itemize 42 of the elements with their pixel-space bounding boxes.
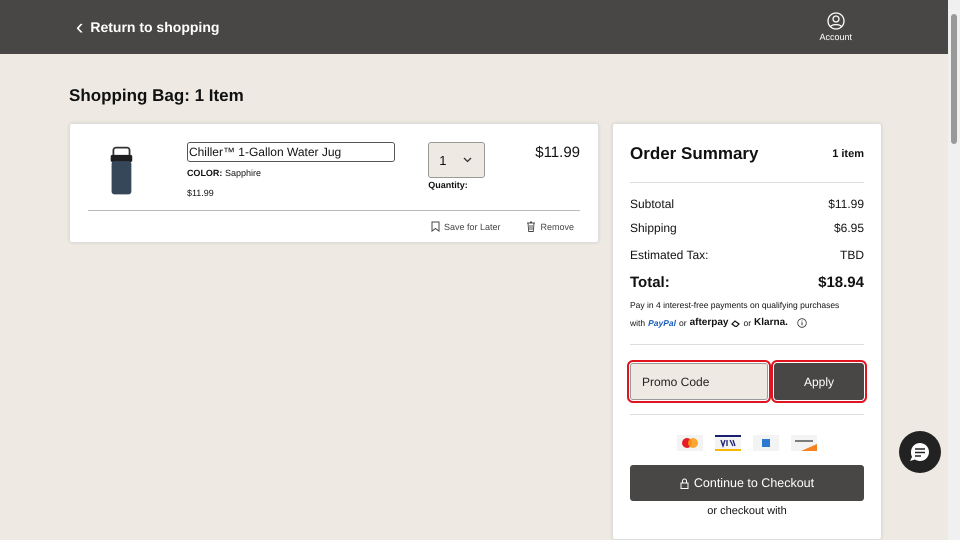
chevron-down-icon xyxy=(463,157,472,163)
total-label: Total: xyxy=(630,274,670,291)
person-icon xyxy=(826,12,845,30)
scrollbar[interactable] xyxy=(948,0,960,540)
alternative-checkout-text: or checkout with xyxy=(706,505,788,517)
save-for-later-link[interactable]: Save for Later xyxy=(430,221,500,232)
apply-button[interactable]: Apply xyxy=(774,363,864,400)
unit-price: $11.99 xyxy=(186,188,215,198)
klarna-logo[interactable]: Klarna. xyxy=(754,314,788,332)
quantity-select[interactable]: 1 xyxy=(428,142,486,178)
installments-text: Pay in 4 interest-free payments on qualifying purchases xyxy=(630,299,840,312)
return-to-shopping-link[interactable]: ‹ Return to shopping xyxy=(76,16,220,38)
bookmark-icon xyxy=(430,221,440,232)
total-value: $18.94 xyxy=(818,274,864,291)
continue-to-checkout-button[interactable]: Continue to Checkout xyxy=(630,465,864,501)
summary-title: Order Summary xyxy=(630,144,758,164)
chat-icon[interactable] xyxy=(899,431,941,473)
paypal-logo[interactable]: PayPal xyxy=(648,314,676,332)
summary-value: TBD xyxy=(840,248,864,262)
or-text: or xyxy=(743,317,752,330)
visa-card-icon xyxy=(715,435,741,451)
remove-link[interactable]: Remove xyxy=(526,221,574,232)
line-total: $11.99 xyxy=(535,144,580,161)
afterpay-logo[interactable]: afterpay xyxy=(690,314,728,332)
summary-value: $6.95 xyxy=(834,221,864,235)
mastercard-icon xyxy=(677,435,703,451)
info-icon[interactable] xyxy=(796,318,807,328)
promo-code-field[interactable]: Promo Code xyxy=(630,363,768,400)
trash-icon xyxy=(526,221,536,232)
account-button[interactable]: Account xyxy=(819,12,852,42)
quantity-label: Quantity: xyxy=(428,180,469,190)
item-count: 1 item xyxy=(832,148,864,160)
summary-value: $11.99 xyxy=(828,197,864,211)
summary-label: Estimated Tax: xyxy=(630,248,708,262)
or-text: or xyxy=(679,317,687,330)
with-text: with xyxy=(630,317,646,330)
product-name[interactable]: Chiller™ 1-Gallon Water Jug xyxy=(186,142,396,162)
page-title: Shopping Bag: 1 Item xyxy=(69,86,245,106)
lock-icon xyxy=(680,478,689,488)
summary-label: Subtotal xyxy=(630,197,674,211)
summary-label: Shipping xyxy=(630,221,677,235)
color-text: COLOR: Sapphire xyxy=(186,168,262,178)
